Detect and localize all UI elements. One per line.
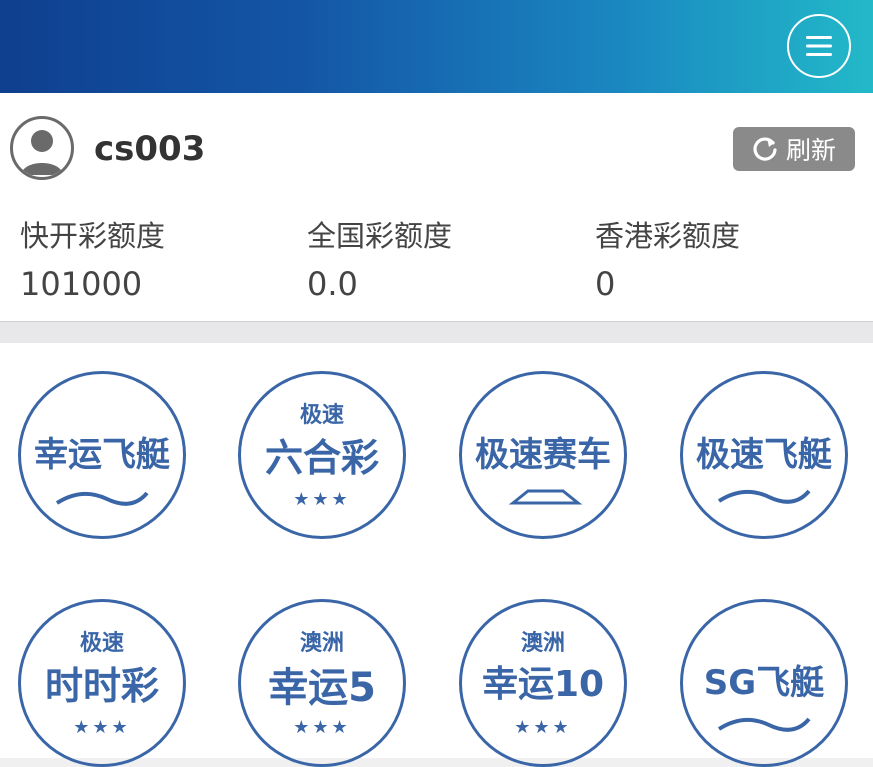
quota-label: 快开彩额度 — [20, 219, 166, 253]
hamburger-menu-icon — [806, 36, 832, 56]
game-label: 极速飞艇 — [696, 435, 832, 475]
user-info-panel: cs003 刷新 快开彩额度 101000 全国彩额度 0.0 香港彩额度 0 — [0, 93, 873, 321]
game-stars: ★★★ — [514, 717, 572, 738]
game-label: 幸运飞艇 — [34, 435, 170, 475]
quota-fast-lottery: 快开彩额度 101000 — [20, 213, 300, 303]
game-stars: ★★★ — [293, 489, 351, 510]
wave-icon — [717, 489, 811, 504]
game-speed-ssc[interactable]: 极速 时时彩 ★★★ — [18, 599, 186, 767]
quota-label: 香港彩额度 — [595, 219, 741, 253]
wave-icon — [55, 491, 149, 506]
game-au-lucky-10[interactable]: 澳洲 幸运10 ★★★ — [459, 599, 627, 767]
quota-label: 全国彩额度 — [307, 219, 453, 253]
game-label: 六合彩 — [264, 436, 379, 480]
game-sg-boat[interactable]: SG飞艇 — [680, 599, 848, 767]
game-speed-boat[interactable]: 极速飞艇 — [680, 371, 848, 539]
section-divider — [0, 321, 873, 343]
car-icon — [508, 489, 583, 505]
game-label: 幸运10 — [481, 664, 605, 705]
top-header-bar — [0, 0, 873, 93]
game-stars: ★★★ — [73, 717, 131, 738]
quota-hongkong-lottery: 香港彩额度 0 — [595, 213, 873, 303]
menu-button[interactable] — [787, 14, 851, 78]
refresh-icon — [753, 137, 777, 161]
game-sublabel: 极速 — [299, 403, 344, 428]
username: cs003 — [94, 129, 206, 169]
game-label: 极速赛车 — [475, 435, 611, 475]
game-label: SG飞艇 — [703, 663, 825, 703]
refresh-button[interactable]: 刷新 — [733, 127, 855, 171]
game-sublabel: 极速 — [79, 631, 124, 656]
game-label: 幸运5 — [268, 665, 376, 711]
game-grid: 幸运飞艇 极速 六合彩 ★★★ 极速赛车 极速飞艇 极速 时时彩 ★★★ 澳洲 … — [0, 343, 873, 767]
game-au-lucky-5[interactable]: 澳洲 幸运5 ★★★ — [238, 599, 406, 767]
game-speed-mark-six[interactable]: 极速 六合彩 ★★★ — [238, 371, 406, 539]
game-label: 时时彩 — [44, 664, 159, 708]
game-speed-racing[interactable]: 极速赛车 — [459, 371, 627, 539]
quota-value: 0.0 — [307, 265, 358, 303]
game-sublabel: 澳洲 — [520, 631, 565, 656]
wave-icon — [717, 717, 811, 732]
game-sublabel: 澳洲 — [299, 631, 344, 656]
game-lucky-boat[interactable]: 幸运飞艇 — [18, 371, 186, 539]
quota-value: 101000 — [20, 265, 143, 303]
quota-national-lottery: 全国彩额度 0.0 — [307, 213, 587, 303]
game-stars: ★★★ — [293, 717, 351, 738]
refresh-label: 刷新 — [785, 136, 836, 165]
user-avatar-icon — [10, 116, 74, 180]
quota-value: 0 — [595, 265, 616, 303]
